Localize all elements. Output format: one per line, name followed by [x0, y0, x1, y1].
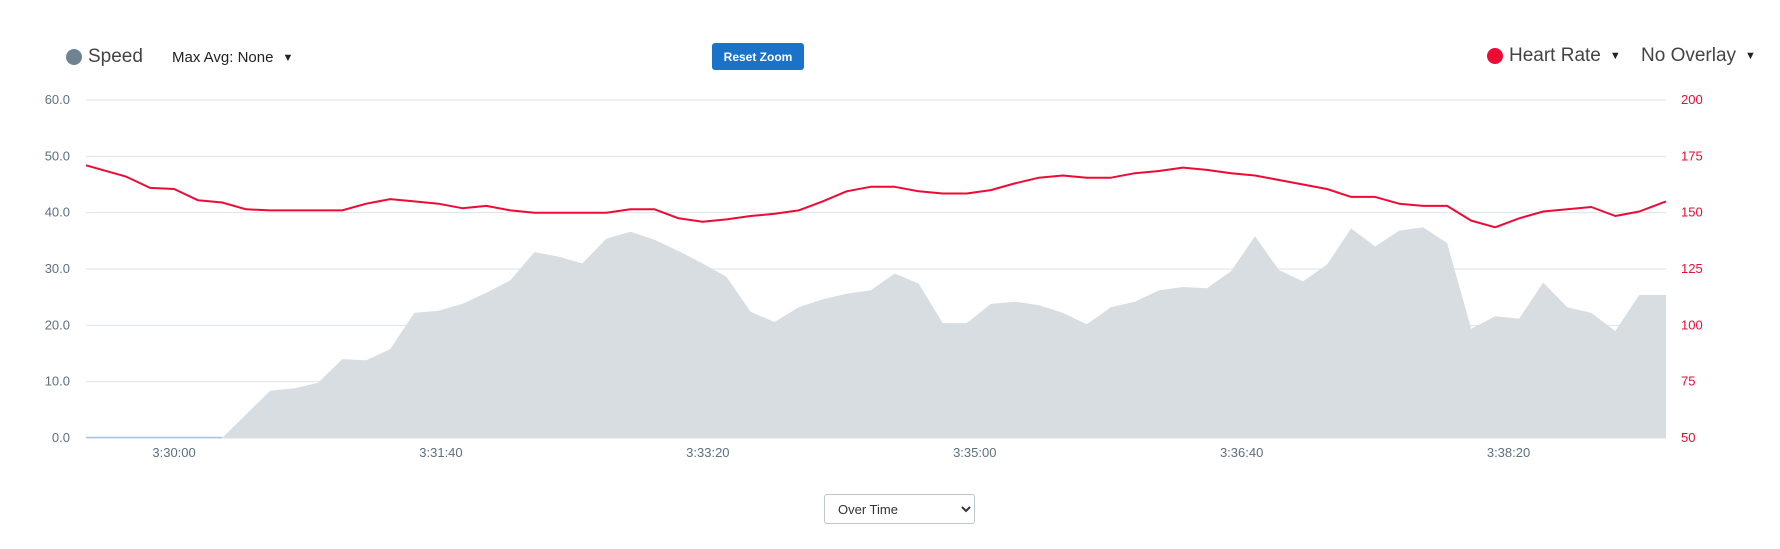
left-axis-tick-label: 0.0	[52, 430, 70, 445]
x-axis-tick-label: 3:33:20	[686, 445, 729, 460]
chart-mode-select[interactable]: Over Time	[824, 494, 975, 524]
x-axis-tick-label: 3:36:40	[1220, 445, 1263, 460]
left-axis-tick-label: 50.0	[45, 148, 70, 163]
right-axis-tick-label: 100	[1681, 317, 1703, 332]
x-axis-tick-label: 3:30:00	[152, 445, 195, 460]
x-axis-tick-label: 3:38:20	[1487, 445, 1530, 460]
right-axis-tick-label: 125	[1681, 261, 1703, 276]
speed-heart-rate-chart[interactable]: 0.0 50 10.0 75 20.0 100 30.0 125 40.0 150 50.0 175 6…	[0, 0, 1780, 549]
x-axis-tick-label: 3:31:40	[419, 445, 462, 460]
left-axis-tick-label: 20.0	[45, 317, 70, 332]
left-axis-tick-label: 60.0	[45, 92, 70, 107]
right-axis-tick-label: 150	[1681, 205, 1703, 220]
left-axis-tick-label: 30.0	[45, 261, 70, 276]
right-axis-tick-label: 175	[1681, 148, 1703, 163]
right-axis-tick-label: 75	[1681, 374, 1695, 389]
right-axis-tick-label: 50	[1681, 430, 1695, 445]
x-axis-tick-label: 3:35:00	[953, 445, 996, 460]
left-axis-tick-label: 40.0	[45, 205, 70, 220]
speed-area-series	[86, 227, 1666, 438]
right-axis-tick-label: 200	[1681, 92, 1703, 107]
heart-rate-line-series	[85, 164, 1667, 229]
left-axis-tick-label: 10.0	[45, 374, 70, 389]
